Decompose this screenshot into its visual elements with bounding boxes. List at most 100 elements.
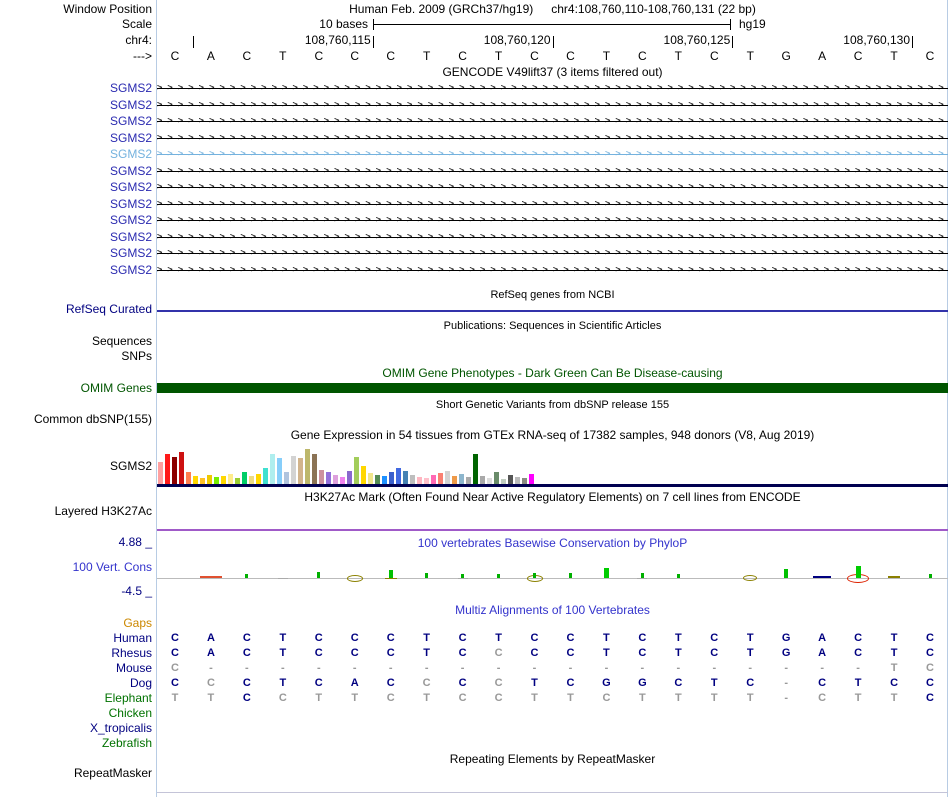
gtex-tissue-bar: [333, 475, 338, 484]
scale-label: Scale: [121, 17, 152, 31]
multiz-species-label-gaps[interactable]: Gaps: [0, 617, 152, 630]
repeatmasker-label[interactable]: RepeatMasker: [0, 767, 152, 781]
gencode-transcript[interactable]: >>>>>>>>>>>>>>>>>>>>>>>>>>>>>>>>>>>>>>>>…: [157, 264, 948, 278]
gencode-transcript[interactable]: >>>>>>>>>>>>>>>>>>>>>>>>>>>>>>>>>>>>>>>>…: [157, 231, 948, 245]
gtex-tissue-bar: [368, 473, 373, 484]
repeatmasker-track-title[interactable]: Repeating Elements by RepeatMasker: [157, 753, 948, 767]
publications-track-title[interactable]: Publications: Sequences in Scientific Ar…: [157, 320, 948, 334]
gencode-transcript-label[interactable]: SGMS2: [0, 247, 152, 260]
alignment-base: C: [206, 677, 215, 689]
gtex-tissue-bar: [312, 454, 317, 484]
alignment-base: C: [170, 632, 179, 644]
base-letter: C: [709, 49, 719, 63]
gtex-gene-label[interactable]: SGMS2: [0, 460, 152, 474]
gencode-transcript-label[interactable]: SGMS2: [0, 164, 152, 178]
gtex-tissue-bar: [242, 472, 247, 484]
dbsnp-label[interactable]: Common dbSNP(155): [0, 413, 152, 427]
phylop-cons-label[interactable]: 100 Vert. Cons: [0, 561, 152, 575]
gtex-tissue-bar: [165, 454, 170, 484]
gencode-transcript[interactable]: >>>>>>>>>>>>>>>>>>>>>>>>>>>>>>>>>>>>>>>>…: [157, 247, 948, 261]
gtex-tissue-bar: [193, 476, 198, 484]
alignment-base: T: [495, 632, 502, 644]
gencode-track-title[interactable]: GENCODE V49lift37 (3 items filtered out): [157, 66, 948, 80]
gencode-transcript[interactable]: >>>>>>>>>>>>>>>>>>>>>>>>>>>>>>>>>>>>>>>>…: [157, 115, 948, 129]
alignment-base: G: [602, 677, 611, 689]
transcript-arrows: >>>>>>>>>>>>>>>>>>>>>>>>>>>>>>>>>>>>>>>>…: [157, 215, 948, 225]
gencode-transcript[interactable]: >>>>>>>>>>>>>>>>>>>>>>>>>>>>>>>>>>>>>>>>…: [157, 82, 948, 96]
h3k27ac-label[interactable]: Layered H3K27Ac: [0, 505, 152, 519]
gtex-tissue-bar: [480, 476, 485, 484]
alignment-base: T: [854, 677, 862, 689]
multiz-species-label-dog[interactable]: Dog: [0, 677, 152, 690]
alignment-base: C: [926, 662, 934, 674]
assembly-title: Human Feb. 2009 (GRCh37/hg19): [349, 2, 534, 16]
alignment-base: C: [566, 647, 575, 659]
gencode-transcript-label[interactable]: SGMS2: [0, 148, 152, 161]
multiz-species-label-elephant[interactable]: Elephant: [0, 692, 152, 705]
refseq-curated-track[interactable]: [157, 310, 948, 312]
phylop-track-title[interactable]: 100 vertebrates Basewise Conservation by…: [157, 537, 948, 551]
multiz-species-label-human[interactable]: Human: [0, 632, 152, 645]
gencode-transcript-label[interactable]: SGMS2: [0, 197, 152, 211]
omim-gene-bar[interactable]: [157, 383, 948, 393]
phylop-mark: [813, 576, 832, 578]
phylop-mark: [497, 574, 501, 578]
gtex-tissue-bar: [291, 456, 296, 484]
alignment-base: A: [350, 677, 359, 689]
alignment-base: -: [316, 662, 321, 674]
gencode-transcript[interactable]: >>>>>>>>>>>>>>>>>>>>>>>>>>>>>>>>>>>>>>>>…: [157, 148, 948, 162]
dbsnp-track-title[interactable]: Short Genetic Variants from dbSNP releas…: [157, 399, 948, 413]
base-letter: C: [350, 49, 360, 63]
gencode-transcript-label[interactable]: SGMS2: [0, 98, 152, 112]
base-letter: C: [925, 49, 935, 63]
multiz-species-label-x_tropicalis[interactable]: X_tropicalis: [0, 722, 152, 735]
coordinate-tick: [372, 36, 374, 48]
alignment-base: -: [676, 662, 681, 674]
gencode-transcript-label[interactable]: SGMS2: [0, 131, 152, 145]
gencode-transcript[interactable]: >>>>>>>>>>>>>>>>>>>>>>>>>>>>>>>>>>>>>>>>…: [157, 198, 948, 212]
gencode-transcript-label[interactable]: SGMS2: [0, 263, 152, 277]
multiz-species-label-rhesus[interactable]: Rhesus: [0, 647, 152, 660]
gencode-transcript-label[interactable]: SGMS2: [0, 82, 152, 95]
refseq-track-title[interactable]: RefSeq genes from NCBI: [157, 289, 948, 303]
gtex-tissue-bar: [515, 477, 520, 484]
omim-track-title[interactable]: OMIM Gene Phenotypes - Dark Green Can Be…: [157, 367, 948, 381]
refseq-curated-label[interactable]: RefSeq Curated: [0, 303, 152, 317]
base-letter: A: [206, 49, 215, 63]
gtex-tissue-bar: [221, 476, 226, 484]
phylop-mark: [888, 576, 901, 578]
alignment-base: -: [245, 662, 249, 674]
chrom-label: chr4:: [125, 33, 152, 47]
gencode-transcript[interactable]: >>>>>>>>>>>>>>>>>>>>>>>>>>>>>>>>>>>>>>>>…: [157, 214, 948, 228]
gencode-transcript-label[interactable]: SGMS2: [0, 214, 152, 227]
sequences-label[interactable]: Sequences: [0, 335, 152, 349]
snps-label[interactable]: SNPs: [0, 350, 152, 364]
phylop-mark: [568, 573, 572, 578]
omim-genes-label[interactable]: OMIM Genes: [0, 382, 152, 396]
gencode-transcript-label[interactable]: SGMS2: [0, 115, 152, 128]
gencode-transcript[interactable]: >>>>>>>>>>>>>>>>>>>>>>>>>>>>>>>>>>>>>>>>…: [157, 132, 948, 146]
multiz-species-label-zebrafish[interactable]: Zebrafish: [0, 737, 152, 750]
gtex-track-title[interactable]: Gene Expression in 54 tissues from GTEx …: [157, 429, 948, 443]
multiz-track-title[interactable]: Multiz Alignments of 100 Vertebrates: [157, 604, 948, 618]
gtex-baseline: [157, 484, 948, 487]
alignment-base: C: [170, 647, 179, 659]
alignment-base: C: [602, 692, 611, 704]
gencode-transcript[interactable]: >>>>>>>>>>>>>>>>>>>>>>>>>>>>>>>>>>>>>>>>…: [157, 99, 948, 113]
gencode-transcript[interactable]: >>>>>>>>>>>>>>>>>>>>>>>>>>>>>>>>>>>>>>>>…: [157, 181, 948, 195]
phylop-mark: [533, 573, 537, 578]
alignment-base: -: [784, 692, 789, 704]
phylop-mark: [425, 573, 429, 578]
alignment-base: C: [386, 647, 395, 659]
multiz-species-label-mouse[interactable]: Mouse: [0, 662, 152, 675]
alignment-base: T: [890, 692, 898, 704]
base-letter: C: [458, 49, 467, 63]
h3k27ac-track-title[interactable]: H3K27Ac Mark (Often Found Near Active Re…: [157, 491, 948, 505]
alignment-base: T: [674, 632, 682, 644]
gencode-transcript[interactable]: >>>>>>>>>>>>>>>>>>>>>>>>>>>>>>>>>>>>>>>>…: [157, 165, 948, 179]
base-letter: T: [674, 49, 682, 63]
gencode-transcript-label[interactable]: SGMS2: [0, 230, 152, 244]
gencode-transcript-label[interactable]: SGMS2: [0, 181, 152, 194]
alignment-base: T: [351, 692, 359, 704]
multiz-species-label-chicken[interactable]: Chicken: [0, 707, 152, 720]
